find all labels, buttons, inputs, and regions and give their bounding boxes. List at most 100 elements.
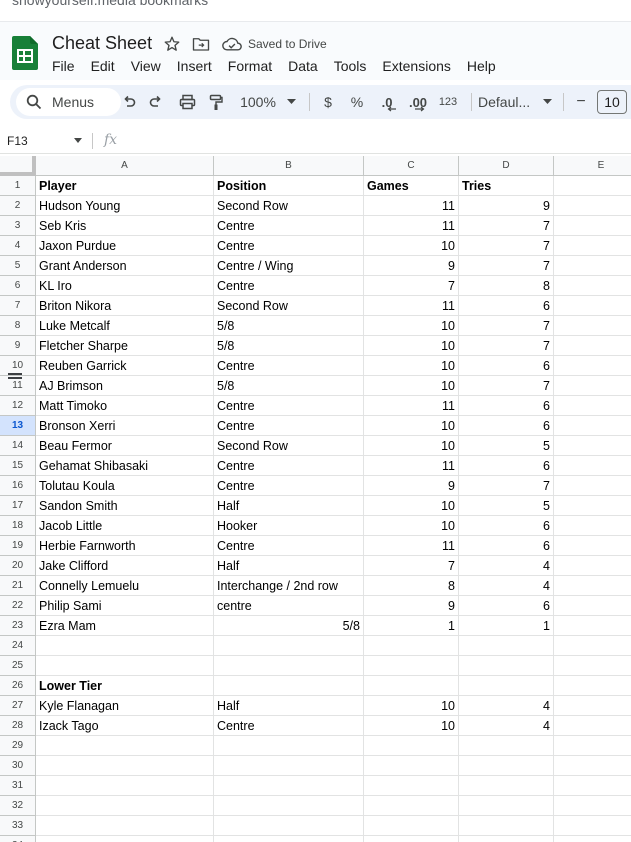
row-header-8[interactable]: 8 <box>0 316 36 336</box>
cell-b29[interactable] <box>214 736 364 756</box>
cell-b1[interactable]: Position <box>214 176 364 196</box>
font-size-input[interactable]: 10 <box>597 90 627 114</box>
font-dropdown-icon[interactable] <box>543 99 552 105</box>
cell-b16[interactable]: Centre <box>214 476 364 496</box>
menu-view[interactable]: View <box>123 57 169 75</box>
cell-a1[interactable]: Player <box>36 176 214 196</box>
cell-e2[interactable] <box>554 196 631 216</box>
cell-b19[interactable]: Centre <box>214 536 364 556</box>
currency-format-button[interactable]: $ <box>317 85 339 119</box>
cell-e21[interactable] <box>554 576 631 596</box>
print-button[interactable] <box>175 85 199 119</box>
cell-a2[interactable]: Hudson Young <box>36 196 214 216</box>
cell-a19[interactable]: Herbie Farnworth <box>36 536 214 556</box>
cell-e4[interactable] <box>554 236 631 256</box>
cell-d10[interactable]: 6 <box>459 356 554 376</box>
cell-a21[interactable]: Connelly Lemuelu <box>36 576 214 596</box>
cloud-saved-icon[interactable] <box>222 36 242 52</box>
cell-e33[interactable] <box>554 816 631 836</box>
cell-a30[interactable] <box>36 756 214 776</box>
column-header-e[interactable]: E <box>554 156 631 176</box>
cell-b28[interactable]: Centre <box>214 716 364 736</box>
cell-e11[interactable] <box>554 376 631 396</box>
cell-e25[interactable] <box>554 656 631 676</box>
row-header-11[interactable]: 11 <box>0 376 36 396</box>
paint-format-button[interactable] <box>205 85 227 119</box>
cell-b26[interactable] <box>214 676 364 696</box>
row-header-6[interactable]: 6 <box>0 276 36 296</box>
cell-a32[interactable] <box>36 796 214 816</box>
cell-c8[interactable]: 10 <box>364 316 459 336</box>
cell-e10[interactable] <box>554 356 631 376</box>
cell-a7[interactable]: Briton Nikora <box>36 296 214 316</box>
cell-a27[interactable]: Kyle Flanagan <box>36 696 214 716</box>
cell-c18[interactable]: 10 <box>364 516 459 536</box>
cell-a6[interactable]: KL Iro <box>36 276 214 296</box>
star-icon[interactable] <box>163 35 181 53</box>
zoom-select[interactable]: 100% <box>236 85 280 119</box>
cell-e16[interactable] <box>554 476 631 496</box>
cell-e15[interactable] <box>554 456 631 476</box>
cell-b34[interactable] <box>214 836 364 842</box>
cell-b33[interactable] <box>214 816 364 836</box>
cell-d15[interactable]: 6 <box>459 456 554 476</box>
cell-a3[interactable]: Seb Kris <box>36 216 214 236</box>
cell-e28[interactable] <box>554 716 631 736</box>
menu-help[interactable]: Help <box>459 57 504 75</box>
cell-e26[interactable] <box>554 676 631 696</box>
cell-a33[interactable] <box>36 816 214 836</box>
sheets-logo-icon[interactable] <box>12 36 38 70</box>
cell-e22[interactable] <box>554 596 631 616</box>
cell-a12[interactable]: Matt Timoko <box>36 396 214 416</box>
row-header-29[interactable]: 29 <box>0 736 36 756</box>
cell-a17[interactable]: Sandon Smith <box>36 496 214 516</box>
row-header-15[interactable]: 15 <box>0 456 36 476</box>
cell-d17[interactable]: 5 <box>459 496 554 516</box>
cell-d1[interactable]: Tries <box>459 176 554 196</box>
cell-b7[interactable]: Second Row <box>214 296 364 316</box>
document-title[interactable]: Cheat Sheet <box>52 33 152 54</box>
row-header-12[interactable]: 12 <box>0 396 36 416</box>
cell-a13[interactable]: Bronson Xerri <box>36 416 214 436</box>
cell-d7[interactable]: 6 <box>459 296 554 316</box>
cell-a23[interactable]: Ezra Mam <box>36 616 214 636</box>
cell-c14[interactable]: 10 <box>364 436 459 456</box>
cell-a25[interactable] <box>36 656 214 676</box>
cell-d33[interactable] <box>459 816 554 836</box>
select-all-corner[interactable] <box>0 156 36 176</box>
cell-c12[interactable]: 11 <box>364 396 459 416</box>
cell-a29[interactable] <box>36 736 214 756</box>
cell-c20[interactable]: 7 <box>364 556 459 576</box>
cell-e12[interactable] <box>554 396 631 416</box>
cell-d9[interactable]: 7 <box>459 336 554 356</box>
cell-d14[interactable]: 5 <box>459 436 554 456</box>
cell-a8[interactable]: Luke Metcalf <box>36 316 214 336</box>
cell-d26[interactable] <box>459 676 554 696</box>
menu-insert[interactable]: Insert <box>169 57 220 75</box>
row-header-7[interactable]: 7 <box>0 296 36 316</box>
cell-d13[interactable]: 6 <box>459 416 554 436</box>
decrease-decimal-button[interactable]: .0 <box>374 85 400 119</box>
font-family-select[interactable]: Defaul... <box>478 85 542 119</box>
row-drag-handle[interactable] <box>8 373 22 375</box>
row-header-1[interactable]: 1 <box>0 176 36 196</box>
cell-b31[interactable] <box>214 776 364 796</box>
cell-c34[interactable] <box>364 836 459 842</box>
cell-d2[interactable]: 9 <box>459 196 554 216</box>
cell-c9[interactable]: 10 <box>364 336 459 356</box>
cell-e29[interactable] <box>554 736 631 756</box>
row-header-16[interactable]: 16 <box>0 476 36 496</box>
menu-edit[interactable]: Edit <box>83 57 123 75</box>
column-header-d[interactable]: D <box>459 156 554 176</box>
cell-e27[interactable] <box>554 696 631 716</box>
cell-d28[interactable]: 4 <box>459 716 554 736</box>
cell-d19[interactable]: 6 <box>459 536 554 556</box>
cell-b14[interactable]: Second Row <box>214 436 364 456</box>
cell-e9[interactable] <box>554 336 631 356</box>
cell-c24[interactable] <box>364 636 459 656</box>
cell-d30[interactable] <box>459 756 554 776</box>
cell-b22[interactable]: centre <box>214 596 364 616</box>
cell-c10[interactable]: 10 <box>364 356 459 376</box>
cell-b8[interactable]: 5/8 <box>214 316 364 336</box>
cell-c21[interactable]: 8 <box>364 576 459 596</box>
